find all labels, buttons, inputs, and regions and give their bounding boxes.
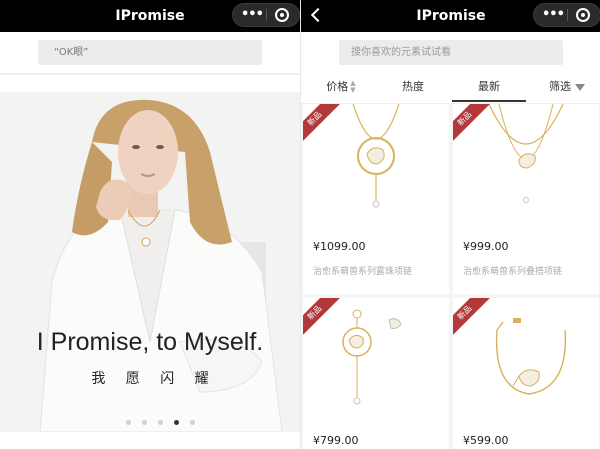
hero-subline: 我 愿 闪 耀 — [91, 371, 217, 387]
close-target-icon[interactable] — [275, 8, 289, 22]
close-target-icon[interactable] — [576, 8, 590, 22]
product-price: ¥599.00 — [463, 434, 509, 447]
hero-tagline: I Promise, to Myself. — [36, 328, 264, 356]
carousel-dot[interactable] — [190, 420, 196, 425]
product-name: 治愈系萌兽系列叠搭项链 — [463, 267, 563, 277]
filter-popularity-label: 热度 — [402, 80, 424, 93]
carousel-dot[interactable] — [142, 420, 148, 425]
filter-screen-label: 筛选 — [549, 80, 571, 93]
filter-bar: 价格 ▲ ▼ 热度 最新 筛选 — [301, 72, 600, 104]
product-card[interactable]: 新品 ¥999.00 治愈系萌兽系列叠搭项链 — [453, 104, 599, 294]
more-icon[interactable]: ••• — [241, 4, 264, 26]
product-card[interactable]: 新品 ¥1099.00 治愈系萌兽系列露珠项链 — [303, 104, 449, 294]
capsule-divider — [266, 9, 267, 21]
carousel-indicator[interactable] — [126, 420, 201, 426]
funnel-icon — [575, 83, 585, 91]
product-price: ¥1099.00 — [313, 240, 366, 253]
miniprogram-capsule[interactable]: ••• — [232, 3, 300, 27]
search-bar: 搜你喜欢的元素试试看 — [301, 32, 600, 72]
product-price: ¥999.00 — [463, 240, 509, 253]
hero-banner[interactable]: I Promise, to Myself. 我 愿 闪 耀 — [0, 92, 300, 432]
carousel-dot-active[interactable] — [174, 420, 180, 425]
nav-bar: IPromise ••• — [301, 0, 600, 32]
product-card[interactable]: 新品 ¥799.00 — [303, 298, 449, 449]
product-price: ¥799.00 — [313, 434, 359, 447]
filter-newest-label: 最新 — [478, 80, 500, 93]
product-image — [495, 318, 567, 395]
filter-popularity[interactable]: 热度 — [383, 72, 443, 102]
filter-screen[interactable]: 筛选 — [537, 72, 597, 102]
miniprogram-capsule[interactable]: ••• — [533, 3, 600, 27]
product-list-screen: IPromise ••• 搜你喜欢的元素试试看 价格▲▼ 热度 最新 筛选 — [300, 0, 600, 449]
filter-price[interactable]: 价格 ▲ ▼ — [311, 72, 371, 102]
search-input[interactable]: “OK眼” — [38, 40, 262, 65]
product-card[interactable]: 新品 ¥599.00 — [453, 298, 599, 449]
sort-icon: ▲ ▼ — [350, 79, 356, 94]
filter-newest[interactable]: 最新 — [452, 72, 526, 102]
filter-price-label: 价格 — [326, 80, 349, 93]
capsule-divider — [567, 9, 568, 21]
carousel-dot[interactable] — [158, 420, 164, 425]
nav-bar: IPromise ••• — [0, 0, 300, 32]
product-name: 治愈系萌兽系列露珠项链 — [313, 267, 413, 277]
home-screen: IPromise ••• “OK眼” I Promise, to Myself.… — [0, 0, 300, 449]
more-icon[interactable]: ••• — [542, 4, 565, 26]
carousel-dot[interactable] — [126, 420, 131, 425]
product-image — [342, 309, 402, 405]
section-divider — [0, 73, 300, 75]
search-input[interactable]: 搜你喜欢的元素试试看 — [339, 40, 563, 65]
